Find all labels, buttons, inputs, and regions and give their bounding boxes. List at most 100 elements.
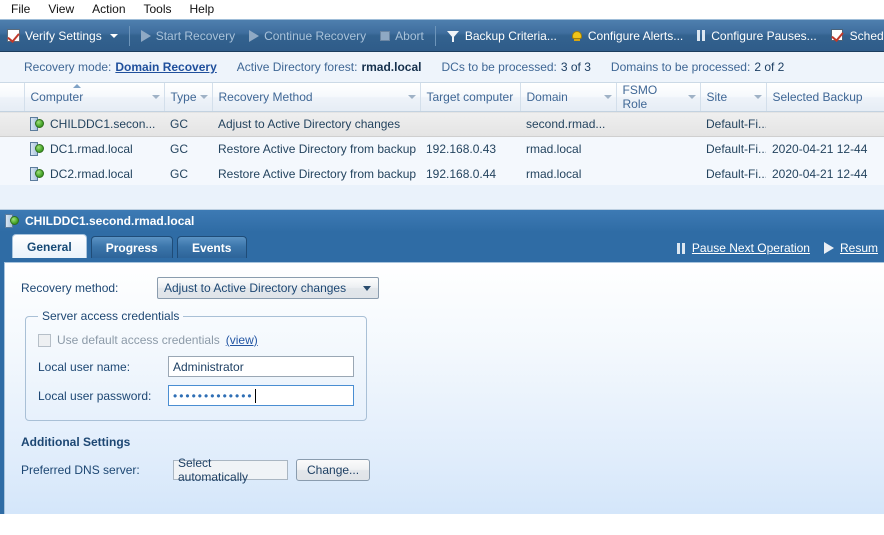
grid-header-fsmo-role[interactable]: FSMO Role (616, 83, 701, 112)
cell-site: Default-Fi... (706, 167, 766, 181)
toolbar-button-continue-recovery[interactable]: Continue Recovery (242, 25, 373, 46)
cell-target-computer: 192.168.0.44 (426, 167, 497, 181)
detail-panel: CHILDDC1.second.rmad.local General Progr… (0, 210, 884, 514)
tab-events-label: Events (192, 240, 232, 255)
cell-domain: rmad.local (526, 167, 582, 181)
pause-icon (697, 30, 706, 41)
toolbar-button-configure-pauses[interactable]: Configure Pauses... (690, 25, 823, 46)
row-selector[interactable] (0, 137, 24, 162)
cell-site: Default-Fi... (706, 142, 766, 157)
preferred-dns-server-row: Preferred DNS server: Select automatical… (21, 456, 884, 484)
use-default-credentials-row: Use default access credentials (view) (38, 333, 354, 347)
grid-header-site[interactable]: Site (700, 83, 767, 112)
grid-header-target-computer[interactable]: Target computer (420, 83, 521, 112)
filter-dropdown-icon[interactable] (687, 95, 696, 99)
filter-dropdown-icon[interactable] (199, 95, 208, 99)
local-user-name-input[interactable] (168, 356, 354, 377)
cell-computer-label: CHILDDC1.secon... (50, 117, 156, 131)
chevron-down-icon[interactable] (109, 33, 118, 38)
dcs-value: 3 of 3 (560, 60, 591, 74)
dcs-label: DCs to be processed: (441, 60, 557, 74)
grid-header-selected-backup[interactable]: Selected Backup (766, 83, 884, 112)
cell-type: GC (170, 117, 188, 131)
recovery-info-strip: Recovery mode: Domain Recovery Active Di… (0, 52, 884, 83)
filter-dropdown-icon[interactable] (603, 95, 612, 99)
forest-label: Active Directory forest: (236, 60, 358, 74)
server-access-credentials-group: Server access credentials Use default ac… (25, 309, 367, 421)
play-icon (823, 242, 834, 254)
grid-header-domain[interactable]: Domain (520, 83, 617, 112)
grid-header-type[interactable]: Type (164, 83, 213, 112)
toolbar-label-abort: Abort (395, 28, 424, 43)
filter-dropdown-icon[interactable] (753, 95, 762, 99)
cell-type: GC (170, 142, 188, 157)
grid-header-type-label: Type (170, 90, 197, 104)
domain-controllers-grid[interactable]: Computer Type Recovery Method Target com… (0, 83, 884, 185)
chevron-down-icon[interactable] (363, 286, 371, 291)
grid-header-recovery-method[interactable]: Recovery Method (212, 83, 421, 112)
toolbar-label-verify-settings: Verify Settings (25, 28, 102, 43)
server-icon (30, 167, 44, 181)
menu-item-file[interactable]: File (2, 0, 39, 19)
toolbar-button-abort[interactable]: Abort (373, 25, 431, 46)
verify-checkbox-icon (7, 29, 20, 42)
menu-bar: File View Action Tools Help (0, 0, 884, 19)
grid-header-target-computer-label: Target computer (426, 90, 514, 104)
local-user-password-value: ••••••••••••• (173, 388, 254, 403)
table-row[interactable]: DC1.rmad.local GC Restore Active Directo… (0, 136, 884, 162)
cell-recovery-method: Restore Active Directory from backup (218, 142, 417, 157)
resume-label: Resum (839, 241, 878, 255)
pause-next-operation-button[interactable]: Pause Next Operation (676, 241, 810, 255)
change-dns-button[interactable]: Change... (296, 459, 371, 481)
text-cursor (254, 388, 256, 403)
tab-progress[interactable]: Progress (90, 236, 173, 258)
tab-general[interactable]: General (12, 234, 87, 258)
grid-header-computer[interactable]: Computer (24, 83, 165, 112)
table-row[interactable]: DC2.rmad.local GC Restore Active Directo… (0, 161, 884, 186)
toolbar-label-configure-alerts: Configure Alerts... (587, 28, 684, 43)
grid-detail-splitter[interactable] (0, 185, 884, 210)
domains-label: Domains to be processed: (610, 60, 751, 74)
sort-ascending-icon (72, 84, 81, 88)
toolbar-button-configure-alerts[interactable]: Configure Alerts... (564, 25, 690, 46)
pause-next-operation-label: Pause Next Operation (691, 241, 810, 255)
filter-dropdown-icon[interactable] (151, 95, 160, 99)
filter-dropdown-icon[interactable] (407, 95, 416, 99)
stop-icon (380, 30, 391, 41)
row-selector[interactable] (0, 112, 24, 137)
table-row[interactable]: CHILDDC1.secon... GC Adjust to Active Di… (0, 111, 884, 137)
toolbar-label-backup-criteria: Backup Criteria... (464, 28, 557, 43)
cell-computer: DC2.rmad.local (24, 162, 164, 186)
menu-item-help[interactable]: Help (181, 0, 224, 19)
menu-item-view[interactable]: View (39, 0, 83, 19)
cell-selected-backup (766, 112, 884, 137)
detail-panel-title-bar: CHILDDC1.second.rmad.local (0, 210, 884, 232)
resume-button[interactable]: Resum (823, 241, 878, 255)
server-icon (5, 214, 19, 228)
grid-header-select[interactable] (0, 83, 25, 112)
cell-fsmo-role (616, 162, 700, 186)
preferred-dns-server-label: Preferred DNS server: (21, 463, 140, 477)
recovery-method-select[interactable]: Adjust to Active Directory changes (157, 277, 379, 299)
general-tab-panel: Recovery method: Adjust to Active Direct… (4, 262, 884, 514)
server-access-credentials-legend: Server access credentials (42, 309, 180, 323)
cell-selected-backup: 2020-04-21 12-44 (772, 167, 868, 181)
toolbar-button-verify-settings[interactable]: Verify Settings (0, 25, 125, 46)
cell-recovery-method: Restore Active Directory from backup (218, 167, 417, 181)
use-default-credentials-checkbox[interactable] (38, 333, 51, 347)
toolbar-button-start-recovery[interactable]: Start Recovery (134, 25, 242, 46)
cell-target-computer (420, 112, 520, 137)
use-default-credentials-label: Use default access credentials (57, 333, 220, 347)
toolbar-label-continue-recovery: Continue Recovery (264, 28, 367, 43)
view-credentials-link[interactable]: (view) (226, 333, 258, 347)
menu-item-tools[interactable]: Tools (135, 0, 181, 19)
recovery-mode-link[interactable]: Domain Recovery (115, 60, 216, 74)
cell-domain: second.rmad... (526, 117, 606, 131)
toolbar-button-backup-criteria[interactable]: Backup Criteria... (440, 25, 564, 46)
toolbar-button-schedule-verification[interactable]: Schedule Verif (824, 25, 884, 46)
local-user-password-input[interactable]: ••••••••••••• (168, 385, 354, 406)
cell-computer: CHILDDC1.secon... (24, 112, 164, 137)
row-selector[interactable] (0, 162, 24, 186)
menu-item-action[interactable]: Action (83, 0, 134, 19)
tab-events[interactable]: Events (176, 236, 247, 258)
